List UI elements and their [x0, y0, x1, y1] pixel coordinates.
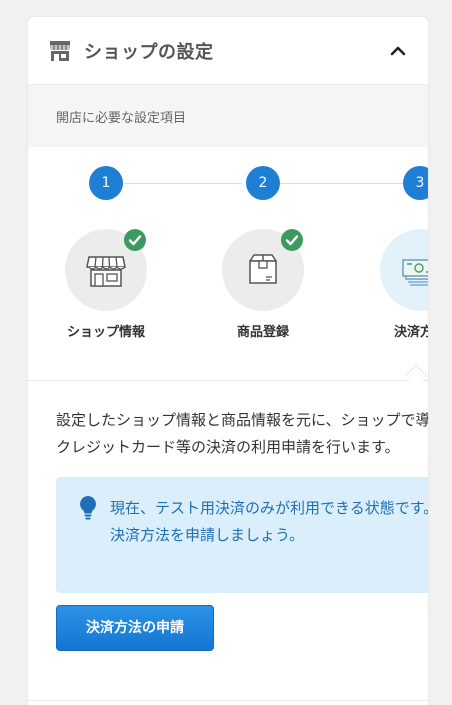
setup-steps: 1 ショップ情報 2 商品登録 3 決済方: [28, 147, 428, 381]
panel-subtitle: 開店に必要な設定項目: [28, 85, 428, 147]
shop-settings-panel: ショップの設定 開店に必要な設定項目 1 ショップ情報 2 商品登録 3 決済方…: [28, 17, 428, 705]
divider: [28, 700, 428, 701]
step-label-shop-info: ショップ情報: [66, 325, 145, 340]
checkmark-icon: [124, 229, 146, 251]
package-icon: [249, 254, 277, 284]
step-connector: [280, 183, 404, 184]
shop-icon: [50, 40, 70, 61]
step-number-3: 3: [403, 166, 428, 200]
notice-box: 現在、テスト用決済のみが利用できる状態です。 決済方法を申請しましょう。: [56, 477, 428, 593]
panel-title: ショップの設定: [84, 41, 214, 63]
step-number-1: 1: [89, 166, 123, 200]
step-label-product-registration: 商品登録: [236, 325, 289, 340]
step-number-2: 2: [246, 166, 280, 200]
notice-line-2: 決済方法を申請しましょう。: [110, 526, 305, 544]
notice-text: 現在、テスト用決済のみが利用できる状態です。 決済方法を申請しましょう。: [110, 495, 428, 549]
lightbulb-icon: [80, 496, 96, 520]
step-payment-method[interactable]: [380, 229, 428, 311]
notice-line-1: 現在、テスト用決済のみが利用できる状態です。: [110, 499, 428, 517]
step-label-payment-method: 決済方法: [393, 325, 428, 340]
step-detail: 設定したショップ情報と商品情報を元に、ショップで導入するクレジットカード等の決済…: [28, 381, 428, 651]
payment-icon: [402, 259, 428, 286]
chevron-up-icon[interactable]: [386, 39, 410, 63]
step-connector: [124, 183, 242, 184]
storefront-icon: [86, 256, 126, 287]
step-description: 設定したショップ情報と商品情報を元に、ショップで導入するクレジットカード等の決済…: [56, 411, 428, 456]
apply-payment-button[interactable]: 決済方法の申請: [56, 605, 214, 651]
panel-header[interactable]: ショップの設定: [28, 17, 428, 85]
checkmark-icon: [281, 229, 303, 251]
